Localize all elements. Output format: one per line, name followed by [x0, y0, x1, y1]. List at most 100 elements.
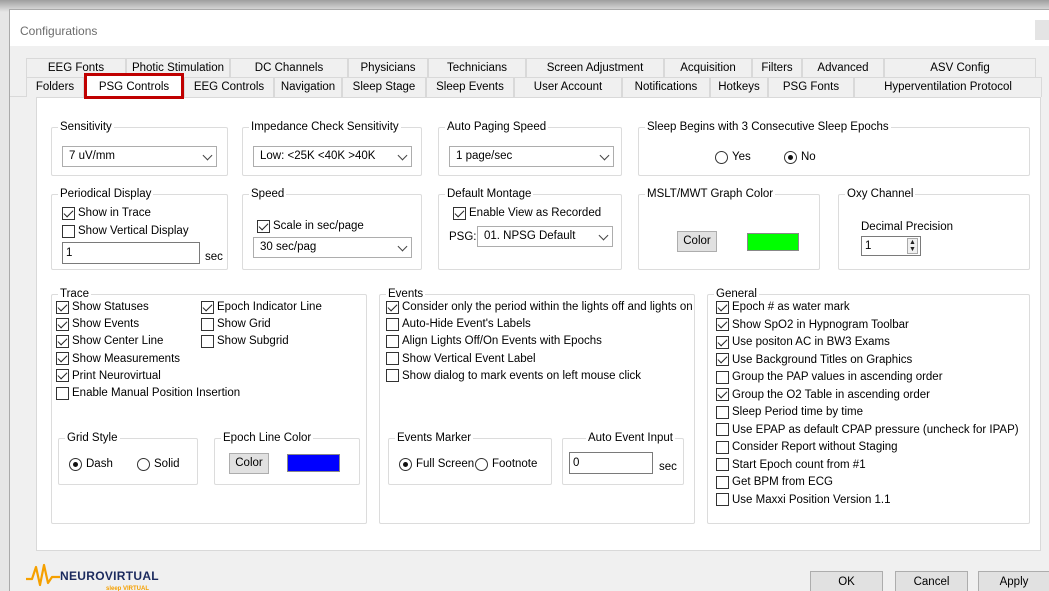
checkbox-use-positon-ac-in-bw3-exams[interactable]: Use positon AC in BW3 Exams: [716, 335, 890, 349]
auto-paging-select[interactable]: 1 page/sec: [449, 146, 614, 167]
checkbox-show-spo2-in-hypnogram-toolbar[interactable]: Show SpO2 in Hypnogram Toolbar: [716, 318, 909, 332]
tab-folders[interactable]: Folders: [26, 77, 84, 97]
epoch-color-button[interactable]: Color: [229, 453, 269, 474]
dash-radio[interactable]: Dash: [69, 457, 113, 471]
tab-user-account[interactable]: User Account: [514, 77, 622, 97]
checkbox-label: Use Background Titles on Graphics: [732, 353, 913, 366]
yes-radio[interactable]: Yes: [715, 150, 751, 164]
radio-label: No: [801, 151, 816, 163]
show-vertical-display-checkbox[interactable]: Show Vertical Display: [62, 224, 189, 238]
tab-psg-fonts[interactable]: PSG Fonts: [768, 77, 854, 97]
tab-asv-config[interactable]: ASV Config: [884, 58, 1036, 77]
footnote-radio[interactable]: Footnote: [475, 457, 537, 471]
events-marker-group: Events Marker Full Screen Footnote: [388, 431, 552, 485]
checkbox-box: [56, 369, 69, 383]
checkbox-box: [56, 334, 69, 348]
checkbox-epoch-indicator-line[interactable]: Epoch Indicator Line: [201, 300, 322, 314]
speed-select[interactable]: 30 sec/pag: [253, 237, 412, 258]
checkbox-label: Auto-Hide Event's Labels: [402, 318, 531, 331]
group-label: Sleep Begins with 3 Consecutive Sleep Ep…: [645, 120, 891, 134]
checkbox-show-grid[interactable]: Show Grid: [201, 317, 271, 331]
checkbox-auto-hide-event-s-labels[interactable]: Auto-Hide Event's Labels: [386, 317, 531, 331]
checkbox-consider-only-the-period-within-the-lights-off-and-lights-on[interactable]: Consider only the period within the ligh…: [386, 300, 693, 314]
spin-down-icon[interactable]: ▼: [908, 246, 917, 253]
checkbox-align-lights-off-on-events-with-epochs[interactable]: Align Lights Off/On Events with Epochs: [386, 334, 602, 348]
checkbox-show-dialog-to-mark-events-on-left-mouse-click[interactable]: Show dialog to mark events on left mouse…: [386, 369, 641, 383]
cancel-button[interactable]: Cancel: [895, 571, 968, 591]
chevron-down-icon: [598, 230, 609, 241]
no-radio[interactable]: No: [784, 150, 816, 164]
radio-circle: [784, 150, 797, 164]
impedance-group: Impedance Check Sensitivity Low: <25K <4…: [242, 120, 422, 176]
show-in-trace-checkbox[interactable]: Show in Trace: [62, 206, 151, 220]
checkbox-print-neurovirtual[interactable]: Print Neurovirtual: [56, 369, 161, 383]
checkbox-use-background-titles-on-graphics[interactable]: Use Background Titles on Graphics: [716, 353, 912, 367]
sensitivity-select[interactable]: 7 uV/mm: [62, 146, 217, 167]
checkbox-box: [716, 318, 729, 331]
periodical-seconds-input[interactable]: 1: [62, 242, 200, 264]
checkbox-epoch-as-water-mark[interactable]: Epoch # as water mark: [716, 300, 850, 314]
group-label: Sensitivity: [58, 120, 114, 134]
tab-advanced[interactable]: Advanced: [802, 58, 884, 77]
checkbox-show-measurements[interactable]: Show Measurements: [56, 352, 180, 366]
tab-physicians[interactable]: Physicians: [348, 58, 428, 77]
group-label: Events Marker: [395, 431, 474, 445]
spin-up-icon[interactable]: ▲: [908, 239, 917, 246]
checkbox-group-the-pap-values-in-ascending-order[interactable]: Group the PAP values in ascending order: [716, 370, 943, 384]
checkbox-use-epap-as-default-cpap-pressure-uncheck-for-ipap[interactable]: Use EPAP as default CPAP pressure (unche…: [716, 423, 1019, 437]
checkbox-get-bpm-from-ecg[interactable]: Get BPM from ECG: [716, 475, 833, 489]
sensitivity-group: Sensitivity 7 uV/mm: [51, 120, 228, 176]
tab-psg-controls[interactable]: PSG Controls: [84, 73, 184, 99]
tab-hyperventilation-protocol[interactable]: Hyperventilation Protocol: [854, 77, 1042, 97]
tab-navigation[interactable]: Navigation: [274, 77, 342, 97]
tab-sleep-stage[interactable]: Sleep Stage: [342, 77, 426, 97]
group-label: Trace: [58, 287, 91, 301]
close-button[interactable]: [1035, 20, 1049, 40]
scale-checkbox[interactable]: Scale in sec/page: [257, 219, 364, 233]
checkbox-show-statuses[interactable]: Show Statuses: [56, 300, 149, 314]
psg-controls-panel: Sensitivity 7 uV/mm Impedance Check Sens…: [36, 97, 1041, 551]
group-label: Oxy Channel: [845, 187, 916, 201]
tab-notifications[interactable]: Notifications: [622, 77, 710, 97]
apply-button[interactable]: Apply: [978, 571, 1049, 591]
select-value: 1 page/sec: [456, 150, 513, 162]
radio-label: Footnote: [492, 458, 538, 470]
enable-view-checkbox[interactable]: Enable View as Recorded: [453, 206, 601, 220]
checkbox-sleep-period-time-by-time[interactable]: Sleep Period time by time: [716, 405, 863, 419]
checkbox-show-vertical-event-label[interactable]: Show Vertical Event Label: [386, 352, 536, 366]
tab-dc-channels[interactable]: DC Channels: [230, 58, 348, 77]
trace-group: Trace Show Statuses Show Events Show Cente…: [51, 287, 367, 524]
checkbox-label: Show Measurements: [72, 352, 181, 365]
checkbox-group-the-o2-table-in-ascending-order[interactable]: Group the O2 Table in ascending order: [716, 388, 930, 402]
group-label: Epoch Line Color: [221, 431, 314, 445]
checkbox-show-subgrid[interactable]: Show Subgrid: [201, 334, 289, 348]
checkbox-show-center-line[interactable]: Show Center Line: [56, 334, 163, 348]
checkbox-consider-report-without-staging[interactable]: Consider Report without Staging: [716, 440, 898, 454]
auto-event-input[interactable]: 0: [569, 452, 653, 474]
tab-acquisition[interactable]: Acquisition: [664, 58, 752, 77]
tab-sleep-events[interactable]: Sleep Events: [426, 77, 514, 97]
checkbox-use-maxxi-position-version-1-1[interactable]: Use Maxxi Position Version 1.1: [716, 493, 891, 507]
full-screen-radio[interactable]: Full Screen: [399, 457, 474, 471]
checkbox-box: [386, 317, 399, 331]
spin-buttons[interactable]: ▲ ▼: [907, 238, 918, 254]
mslt-color-button[interactable]: Color: [677, 231, 717, 252]
checkbox-start-epoch-count-from-1[interactable]: Start Epoch count from #1: [716, 458, 866, 472]
solid-radio[interactable]: Solid: [137, 457, 180, 471]
checkbox-show-events[interactable]: Show Events: [56, 317, 139, 331]
checkbox-box: [716, 370, 729, 384]
select-value: Low: <25K <40K >40K: [260, 150, 376, 162]
impedance-select[interactable]: Low: <25K <40K >40K: [253, 146, 412, 167]
general-group: General Epoch # as water mark Show SpO2 i…: [707, 287, 1030, 524]
montage-select[interactable]: 01. NPSG Default: [477, 226, 613, 247]
tab-eeg-controls[interactable]: EEG Controls: [184, 77, 274, 97]
tab-technicians[interactable]: Technicians: [428, 58, 526, 77]
group-label: Default Montage: [445, 187, 534, 201]
tab-screen-adjustment[interactable]: Screen Adjustment: [526, 58, 664, 77]
tab-hotkeys[interactable]: Hotkeys: [710, 77, 768, 97]
checkbox-enable-manual-position-insertion[interactable]: Enable Manual Position Insertion: [56, 386, 240, 400]
ok-button[interactable]: OK: [810, 571, 883, 591]
neurovirtual-logo: NEUROVIRTUAL sleep VIRTUAL: [26, 563, 186, 591]
tab-filters[interactable]: Filters: [752, 58, 802, 77]
checkbox-box: [716, 353, 729, 366]
